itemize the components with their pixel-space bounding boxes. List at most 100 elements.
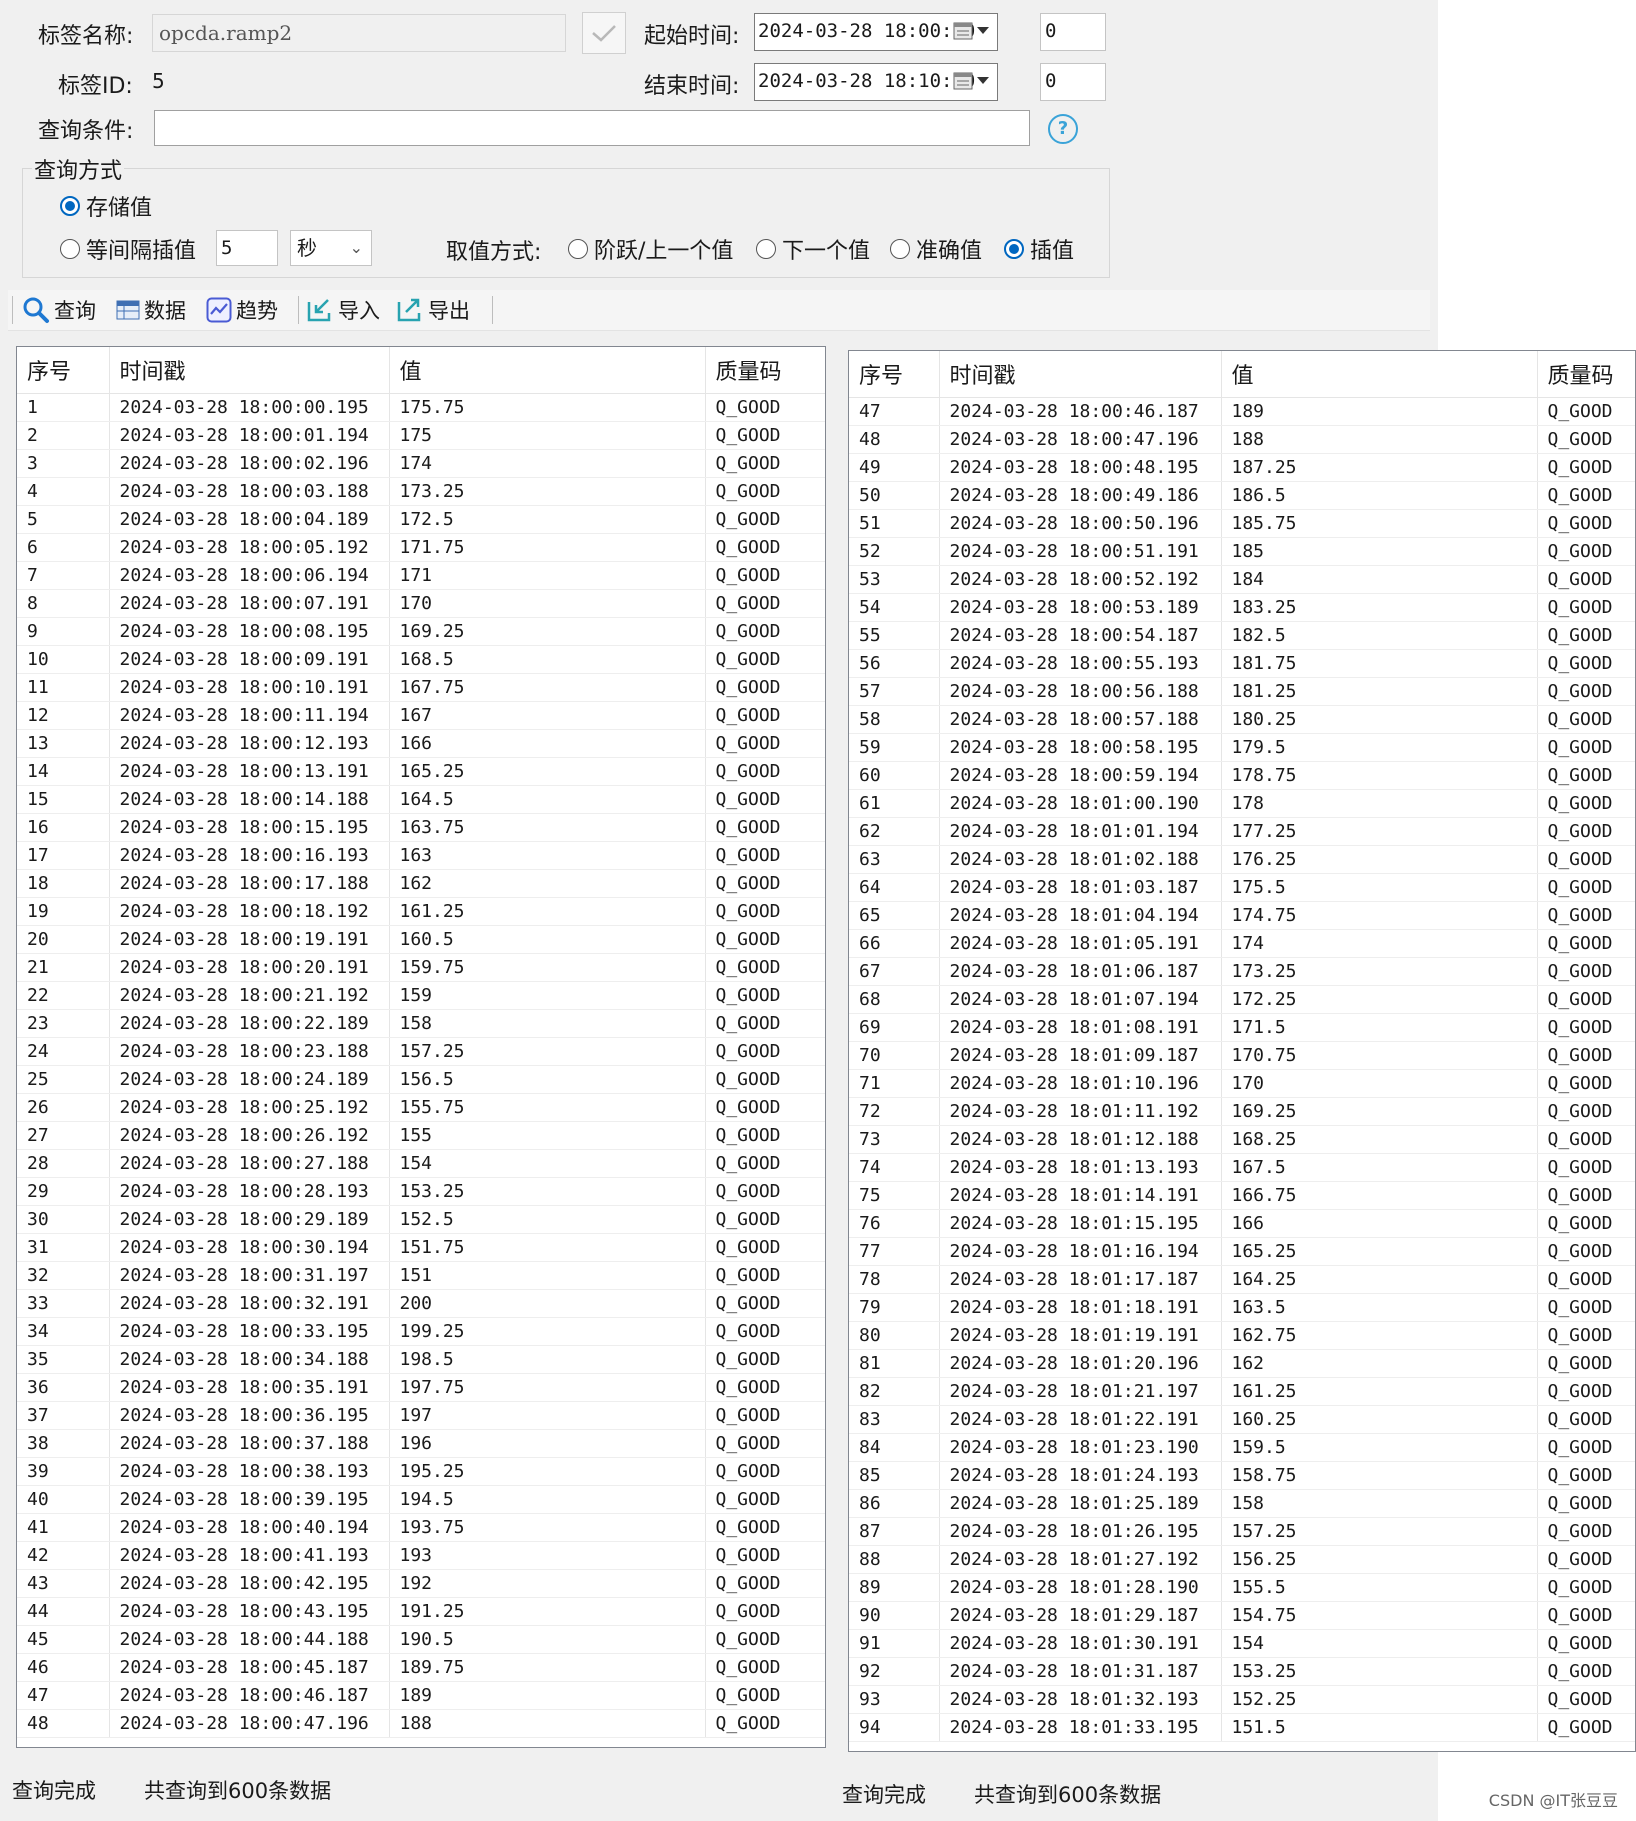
- table-row[interactable]: 88 2024-03-28 18:01:27.192 156.25 Q_GOOD: [849, 1545, 1635, 1574]
- table-row[interactable]: 55 2024-03-28 18:00:54.187 182.5 Q_GOOD: [849, 621, 1635, 650]
- table-row[interactable]: 57 2024-03-28 18:00:56.188 181.25 Q_GOOD: [849, 677, 1635, 706]
- table-row[interactable]: 46 2024-03-28 18:00:45.187 189.75 Q_GOOD: [17, 1653, 825, 1682]
- table-row[interactable]: 21 2024-03-28 18:00:20.191 159.75 Q_GOOD: [17, 953, 825, 982]
- table-row[interactable]: 16 2024-03-28 18:00:15.195 163.75 Q_GOOD: [17, 813, 825, 842]
- condition-input[interactable]: [154, 110, 1030, 146]
- col-header-index[interactable]: 序号: [17, 347, 110, 394]
- table-row[interactable]: 6 2024-03-28 18:00:05.192 171.75 Q_GOOD: [17, 533, 825, 562]
- table-row[interactable]: 28 2024-03-28 18:00:27.188 154 Q_GOOD: [17, 1149, 825, 1178]
- col-header-value[interactable]: 值: [389, 347, 706, 394]
- table-row[interactable]: 26 2024-03-28 18:00:25.192 155.75 Q_GOOD: [17, 1093, 825, 1122]
- query-button[interactable]: 查询: [22, 294, 96, 326]
- table-row[interactable]: 10 2024-03-28 18:00:09.191 168.5 Q_GOOD: [17, 645, 825, 674]
- table-row[interactable]: 56 2024-03-28 18:00:55.193 181.75 Q_GOOD: [849, 649, 1635, 678]
- table-row[interactable]: 63 2024-03-28 18:01:02.188 176.25 Q_GOOD: [849, 845, 1635, 874]
- table-row[interactable]: 60 2024-03-28 18:00:59.194 178.75 Q_GOOD: [849, 761, 1635, 790]
- table-row[interactable]: 40 2024-03-28 18:00:39.195 194.5 Q_GOOD: [17, 1485, 825, 1514]
- table-row[interactable]: 3 2024-03-28 18:00:02.196 174 Q_GOOD: [17, 449, 825, 478]
- help-icon[interactable]: ?: [1048, 114, 1078, 144]
- table-row[interactable]: 1 2024-03-28 18:00:00.195 175.75 Q_GOOD: [17, 393, 825, 422]
- table-row[interactable]: 92 2024-03-28 18:01:31.187 153.25 Q_GOOD: [849, 1657, 1635, 1686]
- table-row[interactable]: 43 2024-03-28 18:00:42.195 192 Q_GOOD: [17, 1569, 825, 1598]
- table-row[interactable]: 84 2024-03-28 18:01:23.190 159.5 Q_GOOD: [849, 1433, 1635, 1462]
- table-row[interactable]: 48 2024-03-28 18:00:47.196 188 Q_GOOD: [849, 425, 1635, 454]
- radio-stored-value[interactable]: 存储值: [60, 190, 152, 222]
- table-row[interactable]: 37 2024-03-28 18:00:36.195 197 Q_GOOD: [17, 1401, 825, 1430]
- table-row[interactable]: 9 2024-03-28 18:00:08.195 169.25 Q_GOOD: [17, 617, 825, 646]
- start-offset-input[interactable]: 0: [1040, 13, 1106, 51]
- confirm-button[interactable]: [582, 12, 626, 54]
- table-row[interactable]: 67 2024-03-28 18:01:06.187 173.25 Q_GOOD: [849, 957, 1635, 986]
- table-row[interactable]: 20 2024-03-28 18:00:19.191 160.5 Q_GOOD: [17, 925, 825, 954]
- table-row[interactable]: 29 2024-03-28 18:00:28.193 153.25 Q_GOOD: [17, 1177, 825, 1206]
- table-row[interactable]: 41 2024-03-28 18:00:40.194 193.75 Q_GOOD: [17, 1513, 825, 1542]
- table-row[interactable]: 51 2024-03-28 18:00:50.196 185.75 Q_GOOD: [849, 509, 1635, 538]
- radio-prev-value[interactable]: 阶跃/上一个值: [568, 233, 733, 265]
- table-row[interactable]: 49 2024-03-28 18:00:48.195 187.25 Q_GOOD: [849, 453, 1635, 482]
- table-row[interactable]: 36 2024-03-28 18:00:35.191 197.75 Q_GOOD: [17, 1373, 825, 1402]
- table-row[interactable]: 68 2024-03-28 18:01:07.194 172.25 Q_GOOD: [849, 985, 1635, 1014]
- table-row[interactable]: 78 2024-03-28 18:01:17.187 164.25 Q_GOOD: [849, 1265, 1635, 1294]
- radio-interp-value[interactable]: 插值: [1004, 233, 1074, 265]
- table-row[interactable]: 14 2024-03-28 18:00:13.191 165.25 Q_GOOD: [17, 757, 825, 786]
- table-row[interactable]: 53 2024-03-28 18:00:52.192 184 Q_GOOD: [849, 565, 1635, 594]
- import-button[interactable]: 导入: [306, 294, 380, 326]
- tag-name-field[interactable]: opcda.ramp2: [152, 14, 566, 52]
- table-row[interactable]: 47 2024-03-28 18:00:46.187 189 Q_GOOD: [849, 397, 1635, 426]
- table-row[interactable]: 72 2024-03-28 18:01:11.192 169.25 Q_GOOD: [849, 1097, 1635, 1126]
- table-row[interactable]: 69 2024-03-28 18:01:08.191 171.5 Q_GOOD: [849, 1013, 1635, 1042]
- table-row[interactable]: 25 2024-03-28 18:00:24.189 156.5 Q_GOOD: [17, 1065, 825, 1094]
- table-row[interactable]: 47 2024-03-28 18:00:46.187 189 Q_GOOD: [17, 1681, 825, 1710]
- table-row[interactable]: 94 2024-03-28 18:01:33.195 151.5 Q_GOOD: [849, 1713, 1635, 1742]
- interval-unit-select[interactable]: 秒 ⌄: [290, 230, 372, 266]
- table-row[interactable]: 61 2024-03-28 18:01:00.190 178 Q_GOOD: [849, 789, 1635, 818]
- table-row[interactable]: 27 2024-03-28 18:00:26.192 155 Q_GOOD: [17, 1121, 825, 1150]
- table-row[interactable]: 52 2024-03-28 18:00:51.191 185 Q_GOOD: [849, 537, 1635, 566]
- table-row[interactable]: 44 2024-03-28 18:00:43.195 191.25 Q_GOOD: [17, 1597, 825, 1626]
- table-row[interactable]: 38 2024-03-28 18:00:37.188 196 Q_GOOD: [17, 1429, 825, 1458]
- table-row[interactable]: 93 2024-03-28 18:01:32.193 152.25 Q_GOOD: [849, 1685, 1635, 1714]
- table-row[interactable]: 76 2024-03-28 18:01:15.195 166 Q_GOOD: [849, 1209, 1635, 1238]
- data-grid-left[interactable]: 序号 时间戳 值 质量码 1 2024-03-28 18:00:00.195 175…: [16, 346, 826, 1748]
- table-row[interactable]: 23 2024-03-28 18:00:22.189 158 Q_GOOD: [17, 1009, 825, 1038]
- export-button[interactable]: 导出: [396, 294, 470, 326]
- table-row[interactable]: 79 2024-03-28 18:01:18.191 163.5 Q_GOOD: [849, 1293, 1635, 1322]
- table-row[interactable]: 4 2024-03-28 18:00:03.188 173.25 Q_GOOD: [17, 477, 825, 506]
- end-time-picker[interactable]: 2024-03-28 18:10:00: [754, 63, 998, 101]
- table-row[interactable]: 91 2024-03-28 18:01:30.191 154 Q_GOOD: [849, 1629, 1635, 1658]
- table-row[interactable]: 13 2024-03-28 18:00:12.193 166 Q_GOOD: [17, 729, 825, 758]
- table-row[interactable]: 81 2024-03-28 18:01:20.196 162 Q_GOOD: [849, 1349, 1635, 1378]
- col-header-quality[interactable]: 质量码: [705, 347, 825, 394]
- table-row[interactable]: 15 2024-03-28 18:00:14.188 164.5 Q_GOOD: [17, 785, 825, 814]
- trend-button[interactable]: 趋势: [206, 294, 278, 326]
- table-row[interactable]: 59 2024-03-28 18:00:58.195 179.5 Q_GOOD: [849, 733, 1635, 762]
- table-row[interactable]: 74 2024-03-28 18:01:13.193 167.5 Q_GOOD: [849, 1153, 1635, 1182]
- interval-input[interactable]: 5: [216, 230, 278, 266]
- table-row[interactable]: 80 2024-03-28 18:01:19.191 162.75 Q_GOOD: [849, 1321, 1635, 1350]
- radio-exact-value[interactable]: 准确值: [890, 233, 982, 265]
- table-row[interactable]: 86 2024-03-28 18:01:25.189 158 Q_GOOD: [849, 1489, 1635, 1518]
- table-row[interactable]: 83 2024-03-28 18:01:22.191 160.25 Q_GOOD: [849, 1405, 1635, 1434]
- table-row[interactable]: 66 2024-03-28 18:01:05.191 174 Q_GOOD: [849, 929, 1635, 958]
- col-header-timestamp[interactable]: 时间戳: [939, 351, 1222, 398]
- end-offset-input[interactable]: 0: [1040, 63, 1106, 101]
- table-row[interactable]: 42 2024-03-28 18:00:41.193 193 Q_GOOD: [17, 1541, 825, 1570]
- table-row[interactable]: 90 2024-03-28 18:01:29.187 154.75 Q_GOOD: [849, 1601, 1635, 1630]
- table-row[interactable]: 48 2024-03-28 18:00:47.196 188 Q_GOOD: [17, 1709, 825, 1738]
- table-row[interactable]: 70 2024-03-28 18:01:09.187 170.75 Q_GOOD: [849, 1041, 1635, 1070]
- table-row[interactable]: 8 2024-03-28 18:00:07.191 170 Q_GOOD: [17, 589, 825, 618]
- table-row[interactable]: 31 2024-03-28 18:00:30.194 151.75 Q_GOOD: [17, 1233, 825, 1262]
- table-row[interactable]: 35 2024-03-28 18:00:34.188 198.5 Q_GOOD: [17, 1345, 825, 1374]
- table-row[interactable]: 5 2024-03-28 18:00:04.189 172.5 Q_GOOD: [17, 505, 825, 534]
- start-time-picker[interactable]: 2024-03-28 18:00:00: [754, 13, 998, 51]
- table-row[interactable]: 82 2024-03-28 18:01:21.197 161.25 Q_GOOD: [849, 1377, 1635, 1406]
- table-row[interactable]: 75 2024-03-28 18:01:14.191 166.75 Q_GOOD: [849, 1181, 1635, 1210]
- table-row[interactable]: 50 2024-03-28 18:00:49.186 186.5 Q_GOOD: [849, 481, 1635, 510]
- table-row[interactable]: 30 2024-03-28 18:00:29.189 152.5 Q_GOOD: [17, 1205, 825, 1234]
- table-row[interactable]: 33 2024-03-28 18:00:32.191 200 Q_GOOD: [17, 1289, 825, 1318]
- table-row[interactable]: 12 2024-03-28 18:00:11.194 167 Q_GOOD: [17, 701, 825, 730]
- table-row[interactable]: 45 2024-03-28 18:00:44.188 190.5 Q_GOOD: [17, 1625, 825, 1654]
- table-row[interactable]: 64 2024-03-28 18:01:03.187 175.5 Q_GOOD: [849, 873, 1635, 902]
- table-row[interactable]: 19 2024-03-28 18:00:18.192 161.25 Q_GOOD: [17, 897, 825, 926]
- table-row[interactable]: 39 2024-03-28 18:00:38.193 195.25 Q_GOOD: [17, 1457, 825, 1486]
